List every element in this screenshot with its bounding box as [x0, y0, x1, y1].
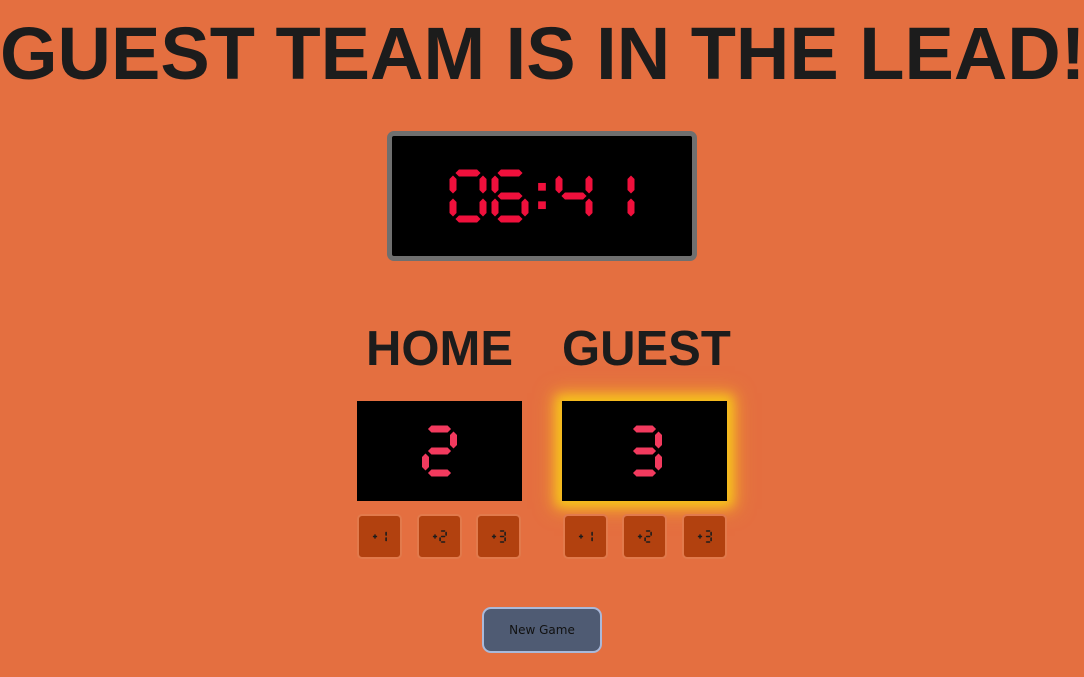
home-score-digits	[422, 425, 457, 477]
timer-colon-dot-1	[538, 182, 546, 191]
timer-digit-1-segment-a	[497, 169, 523, 177]
home-score-digit-0-segment-g	[427, 447, 452, 455]
home-add-2-button-digit-1-segment-e	[439, 537, 441, 542]
lead-banner: GUEST TEAM IS IN THE LEAD!	[0, 12, 1084, 95]
home-add-3-button-digit-1-segment-a	[499, 530, 505, 532]
home-score-digit-0-segment-e	[422, 453, 429, 471]
guest-add-1-button-plus-v	[580, 534, 582, 539]
timer-digit-4-segment-b	[627, 175, 635, 194]
timer-digit-0-segment-e	[449, 198, 457, 217]
timer-display	[449, 169, 635, 223]
timer-digit-0-segment-b	[479, 175, 487, 194]
home-add-2-button[interactable]: +2	[417, 514, 462, 559]
home-add-1-button[interactable]: +1	[357, 514, 402, 559]
timer-digit-3-segment-c	[585, 198, 593, 217]
timer-colon-dot-2	[538, 201, 546, 210]
guest-add-2-button-plus-v	[639, 534, 641, 539]
timer-digit-1-segment-f	[491, 175, 499, 194]
home-score-digit-0-segment-a	[427, 425, 452, 433]
timer-digit-1-segment-e	[491, 198, 499, 217]
timer-digit-3-segment-f	[555, 175, 563, 194]
home-add-1-button-digit-1-segment-c	[385, 537, 387, 542]
guest-add-3-button-digit-1-segment-a	[705, 530, 711, 532]
home-add-3-button-digit-1-segment-g	[499, 535, 505, 538]
guest-add-2-button[interactable]: +2	[622, 514, 667, 559]
home-add-3-button-digit-1-segment-d	[499, 541, 505, 543]
guest-add-2-button-digit-1-segment-a	[645, 530, 651, 532]
home-score-digit-0-segment-d	[427, 469, 452, 477]
guest-add-3-button-digit-1-segment-d	[705, 541, 711, 543]
guest-add-1-button[interactable]: +1	[563, 514, 608, 559]
guest-score-digit-0-segment-b	[655, 431, 662, 449]
home-add-2-button-digit-1-segment-b	[445, 531, 447, 536]
guest-score-digit-0-segment-g	[632, 447, 657, 455]
timer-digit-4-segment-c	[627, 198, 635, 217]
guest-add-3-button-digit-1-segment-b	[710, 531, 712, 536]
guest-add-1-button-digit-1-segment-c	[591, 537, 593, 542]
home-add-3-button-digit-1-segment-c	[504, 537, 506, 542]
home-score-digit-0-segment-b	[450, 431, 457, 449]
guest-add-2-button-digit-1-segment-g	[645, 535, 651, 538]
guest-score-digit-0-segment-c	[655, 453, 662, 471]
guest-score-display: 3	[562, 401, 727, 501]
home-team-label: HOME	[366, 322, 513, 376]
guest-add-2-button-digit-1-segment-d	[645, 541, 651, 543]
timer-digit-1-segment-g	[497, 192, 523, 200]
home-add-2-button-plus-v	[434, 534, 436, 539]
new-game-button[interactable]: New Game	[482, 607, 602, 653]
guest-add-2-button-digit-1-segment-e	[644, 537, 646, 542]
timer-digit-1-segment-d	[497, 215, 523, 223]
home-add-1-button-digit-1-segment-b	[385, 531, 387, 536]
guest-score-digit-0-segment-a	[632, 425, 657, 433]
guest-add-1-button-digit-1-segment-b	[591, 531, 593, 536]
timer-digit-0-segment-d	[455, 215, 481, 223]
guest-add-3-button-digit-1-segment-g	[705, 535, 711, 538]
home-add-3-button-plus-v	[493, 534, 495, 539]
guest-team-label: GUEST	[562, 322, 731, 376]
home-score-display: 2	[357, 401, 522, 501]
timer-digit-0-segment-f	[449, 175, 457, 194]
timer-digit-1-segment-c	[521, 198, 529, 217]
timer-digit-0-segment-a	[455, 169, 481, 177]
guest-add-3-button-digit-1-segment-c	[710, 537, 712, 542]
guest-add-3-button[interactable]: +3	[682, 514, 727, 559]
home-add-3-button[interactable]: +3	[476, 514, 521, 559]
home-add-1-button-plus-v	[374, 534, 376, 539]
home-add-3-button-digit-1-segment-b	[504, 531, 506, 536]
timer-digit-3-segment-b	[585, 175, 593, 194]
guest-add-2-button-digit-1-segment-b	[650, 531, 652, 536]
game-timer: 06:41	[387, 131, 697, 261]
home-add-2-button-digit-1-segment-a	[440, 530, 446, 532]
timer-digit-0-segment-c	[479, 198, 487, 217]
home-add-2-button-digit-1-segment-g	[440, 535, 446, 538]
guest-score-digits	[632, 425, 662, 477]
timer-digit-3-segment-g	[561, 192, 587, 200]
guest-score-digit-0-segment-d	[632, 469, 657, 477]
home-add-2-button-digit-1-segment-d	[440, 541, 446, 543]
guest-add-3-button-plus-v	[699, 534, 701, 539]
